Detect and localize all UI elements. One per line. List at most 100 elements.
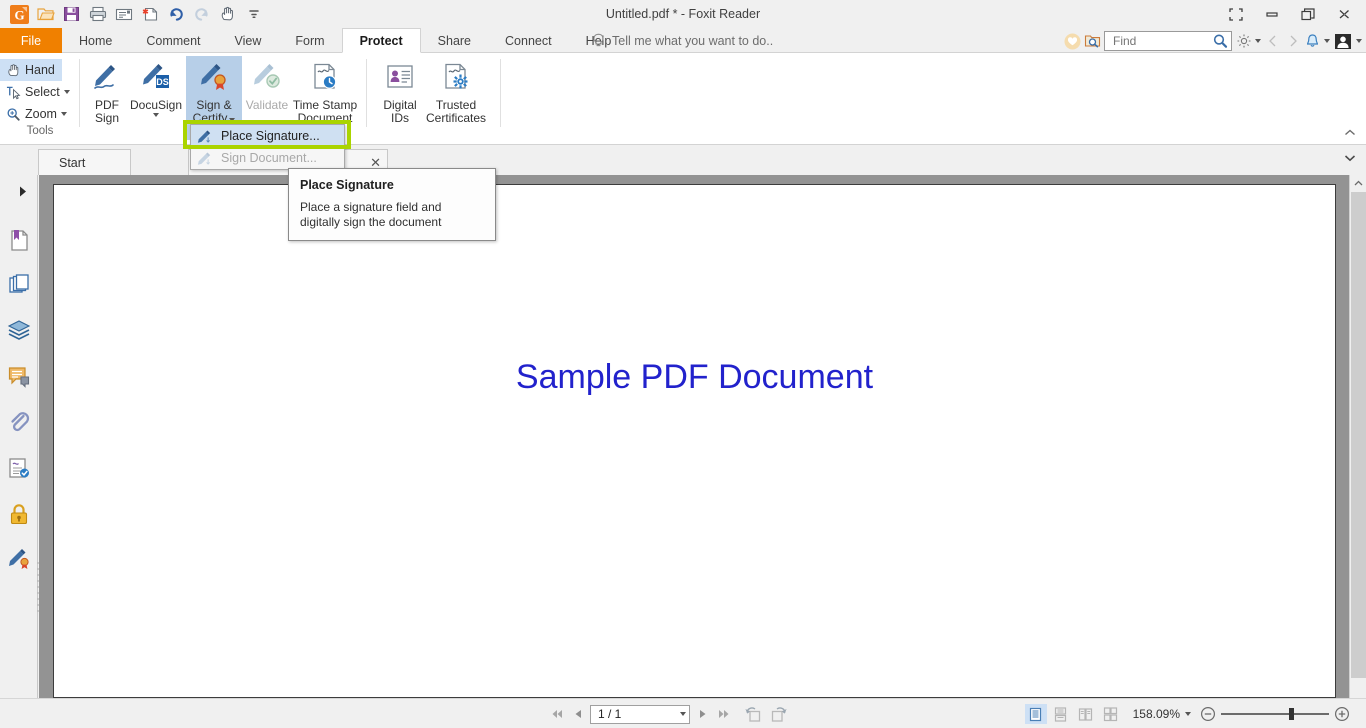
page-number-chevron-down-icon[interactable]	[680, 712, 686, 716]
sidebar-item-layers[interactable]	[4, 315, 34, 345]
previous-page-button[interactable]	[569, 704, 586, 724]
zoom-slider-thumb[interactable]	[1289, 708, 1294, 720]
tool-zoom-chevron-down-icon[interactable]	[61, 112, 67, 116]
docusign-button[interactable]: DS DocuSign	[128, 56, 184, 140]
tab-protect[interactable]: Protect	[342, 28, 421, 53]
first-page-button[interactable]	[548, 704, 565, 724]
tab-connect[interactable]: Connect	[488, 28, 569, 53]
doc-tab-start[interactable]: Start	[38, 149, 131, 175]
last-page-button[interactable]	[715, 704, 732, 724]
notification-bell-icon[interactable]	[1304, 31, 1321, 51]
tab-share[interactable]: Share	[421, 28, 488, 53]
open-icon[interactable]	[33, 2, 58, 26]
trusted-certificates-button[interactable]: TrustedCertificates	[421, 56, 491, 140]
pdf-page-heading: Sample PDF Document	[54, 358, 1335, 397]
rotate-left-icon[interactable]	[742, 704, 764, 724]
minimize-icon[interactable]	[1254, 1, 1290, 27]
tab-home[interactable]: Home	[62, 28, 129, 53]
page-number-value: 1 / 1	[598, 707, 621, 721]
page-navigation: 1 / 1	[548, 703, 790, 725]
trusted-certificates-label-1: Trusted	[436, 98, 476, 112]
sign-certify-icon	[197, 61, 231, 95]
tool-select-chevron-down-icon[interactable]	[64, 90, 70, 94]
notification-chevron-down-icon[interactable]	[1324, 39, 1330, 43]
pdf-sign-label-1: PDF	[95, 98, 119, 112]
lightbulb-icon	[592, 33, 605, 49]
search-icon[interactable]	[1212, 33, 1229, 49]
rotate-right-icon[interactable]	[768, 704, 790, 724]
time-stamp-label-2: Document	[298, 111, 353, 125]
zoom-in-button[interactable]	[1332, 704, 1352, 724]
heart-icon[interactable]	[1064, 31, 1081, 51]
sign-certify-dropdown-menu: Place Signature... Sign Document...	[190, 124, 345, 170]
customize-qat-icon[interactable]	[241, 2, 266, 26]
doc-tab-list-chevron-down-icon[interactable]	[1344, 154, 1356, 162]
save-icon[interactable]	[59, 2, 84, 26]
hand-icon	[6, 63, 21, 78]
vertical-scrollbar[interactable]	[1349, 175, 1366, 698]
trusted-certificates-label-2: Certificates	[426, 111, 486, 125]
tool-select[interactable]: Select	[0, 81, 80, 103]
tab-form[interactable]: Form	[278, 28, 341, 53]
tool-hand[interactable]: Hand	[0, 59, 62, 81]
continuous-facing-view-icon[interactable]	[1100, 704, 1122, 724]
digital-ids-button[interactable]: DigitalIDs	[372, 56, 428, 140]
collapse-ribbon-icon[interactable]	[1340, 126, 1360, 140]
print-icon[interactable]	[85, 2, 110, 26]
sign-certify-chevron-down-icon[interactable]	[229, 118, 235, 122]
ribbon-tab-strip: File Home Comment View Form Protect Shar…	[0, 28, 1366, 53]
single-page-view-icon[interactable]	[1025, 704, 1047, 724]
sidebar-item-stamps[interactable]	[4, 453, 34, 483]
find-box[interactable]	[1104, 31, 1232, 51]
email-icon[interactable]	[111, 2, 136, 26]
zoom-slider[interactable]	[1221, 707, 1329, 721]
next-page-button[interactable]	[694, 704, 711, 724]
pdf-page[interactable]: Sample PDF Document	[53, 184, 1336, 698]
scrollbar-thumb[interactable]	[1351, 192, 1366, 678]
account-chevron-down-icon[interactable]	[1356, 39, 1362, 43]
zoom-out-button[interactable]	[1198, 704, 1218, 724]
zoom-chevron-down-icon[interactable]	[1185, 712, 1191, 716]
menu-item-place-signature[interactable]: Place Signature...	[191, 125, 344, 147]
tab-comment[interactable]: Comment	[129, 28, 217, 53]
view-and-zoom-controls: 158.09%	[1025, 703, 1352, 725]
search-input[interactable]	[1111, 33, 1212, 49]
sidebar-item-page-thumbnails[interactable]	[4, 270, 34, 300]
docusign-chevron-down-icon[interactable]	[153, 113, 159, 117]
sidebar-item-comments[interactable]	[4, 361, 34, 391]
scroll-up-button[interactable]	[1350, 175, 1366, 192]
tooltip-body: Place a signature field and digitally si…	[300, 200, 484, 230]
sidebar-item-digital-signatures[interactable]	[4, 544, 34, 574]
tab-view[interactable]: View	[218, 28, 279, 53]
continuous-view-icon[interactable]	[1050, 704, 1072, 724]
facing-view-icon[interactable]	[1075, 704, 1097, 724]
tell-me-box[interactable]: Tell me what you want to do..	[592, 28, 773, 53]
settings-chevron-down-icon[interactable]	[1255, 39, 1261, 43]
tell-me-placeholder: Tell me what you want to do..	[612, 34, 773, 48]
sidebar-item-attachments[interactable]	[4, 407, 34, 437]
sidebar-item-security[interactable]	[4, 499, 34, 529]
maximize-icon[interactable]	[1290, 1, 1326, 27]
foxit-logo-icon[interactable]: G	[6, 2, 32, 26]
document-view[interactable]: Sample PDF Document	[39, 175, 1366, 698]
ribbon-tabs: Home Comment View Form Protect Share Con…	[62, 28, 628, 53]
tool-zoom[interactable]: Zoom	[0, 103, 80, 125]
page-number-field[interactable]: 1 / 1	[590, 705, 690, 724]
undo-icon[interactable]	[163, 2, 188, 26]
account-avatar-icon[interactable]	[1333, 31, 1353, 51]
panel-expand-arrow-icon[interactable]	[19, 186, 27, 197]
sign-document-icon	[197, 151, 213, 166]
zoom-slider-track	[1221, 713, 1329, 715]
close-icon[interactable]	[1326, 1, 1362, 27]
sidebar-item-bookmarks[interactable]	[4, 225, 34, 255]
stamps-icon	[7, 456, 31, 480]
redo-icon	[189, 2, 214, 26]
restore-down-icon[interactable]	[1218, 1, 1254, 27]
tab-file[interactable]: File	[0, 28, 62, 53]
new-from-scanner-icon[interactable]	[137, 2, 162, 26]
search-folder-icon[interactable]	[1084, 31, 1101, 51]
settings-gear-icon[interactable]	[1235, 31, 1252, 51]
hand-tool-icon[interactable]	[215, 2, 240, 26]
pdf-sign-button[interactable]: PDFSign	[79, 56, 135, 140]
digital-ids-label-1: Digital	[383, 98, 416, 112]
